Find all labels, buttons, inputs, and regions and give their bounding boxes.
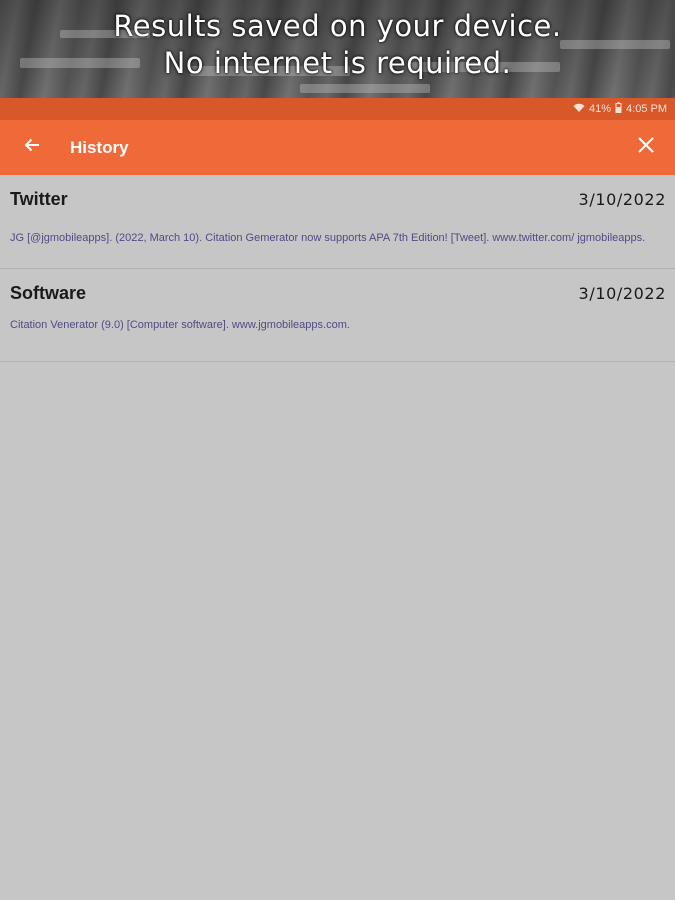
arrow-left-icon	[24, 137, 40, 158]
promo-line-2: No internet is required.	[163, 46, 512, 80]
history-item-title: Software	[10, 283, 87, 303]
close-icon	[637, 136, 655, 159]
history-item[interactable]: Software 3/10/2022 Citation Venerator (9…	[0, 269, 675, 362]
page-title: History	[70, 137, 129, 157]
back-button[interactable]	[0, 120, 64, 175]
promo-line-1: Results saved on your device.	[113, 9, 562, 43]
wifi-icon	[573, 103, 585, 116]
app-bar: History	[0, 120, 675, 175]
close-button[interactable]	[631, 132, 661, 162]
battery-level: 41%	[589, 103, 612, 115]
promo-banner: Results saved on your device. No interne…	[0, 0, 675, 98]
history-item-date: 3/10/2022	[578, 190, 666, 209]
history-item-citation: Citation Venerator (9.0) [Computer softw…	[10, 319, 350, 331]
history-item-citation: JG [@jgmobileapps]. (2022, March 10). Ci…	[10, 232, 646, 244]
history-item-date: 3/10/2022	[578, 284, 666, 303]
status-time: 4:05 PM	[626, 103, 667, 115]
battery-icon	[615, 102, 622, 116]
promo-caption: Results saved on your device. No interne…	[0, 8, 675, 82]
history-list: Twitter 3/10/2022 JG [@jgmobileapps]. (2…	[0, 175, 675, 362]
status-bar: 41% 4:05 PM	[0, 98, 675, 120]
history-item[interactable]: Twitter 3/10/2022 JG [@jgmobileapps]. (2…	[0, 175, 675, 269]
history-item-title: Twitter	[10, 189, 68, 209]
